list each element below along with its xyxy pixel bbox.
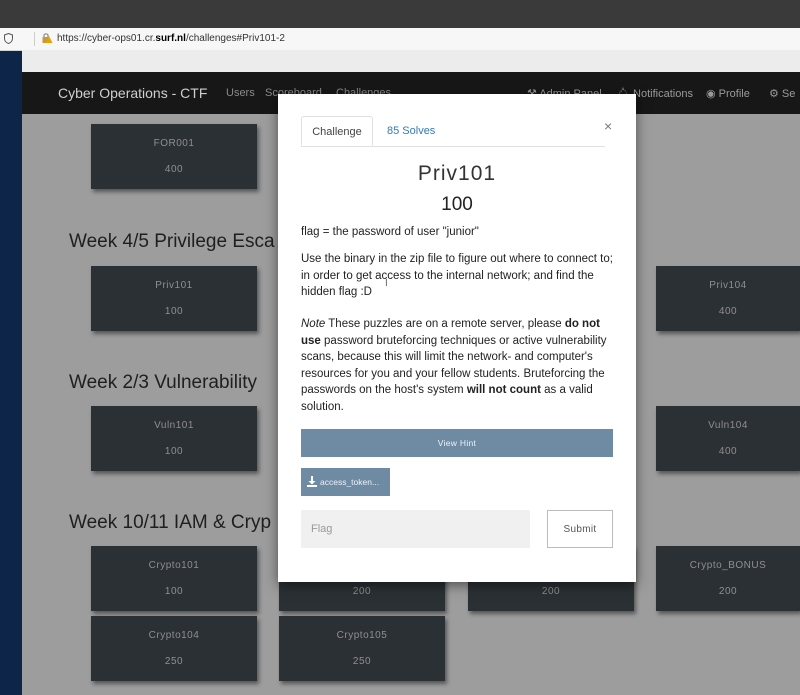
challenge-tile-for001[interactable]: FOR001 400 [91, 124, 257, 189]
challenge-tile-priv104[interactable]: Priv104 400 [656, 266, 800, 331]
url-bar-separator [34, 32, 35, 46]
tile-value: 400 [718, 446, 738, 457]
nav-profile[interactable]: ◉ Profile [706, 87, 750, 100]
shield-icon [4, 33, 13, 44]
settings-label: Se [781, 88, 796, 100]
tile-name: Vuln104 [708, 420, 748, 431]
note-label: Note [301, 318, 326, 330]
browser-tab-strip [0, 0, 800, 28]
challenge-tile-crypto104[interactable]: Crypto104 250 [91, 616, 257, 681]
tile-name: Crypto_BONUS [689, 560, 767, 571]
tile-name: Crypto101 [148, 560, 200, 571]
note-bold-2: will not count [466, 384, 541, 396]
lock-warning-icon [42, 33, 53, 43]
tile-name: Crypto104 [148, 630, 200, 641]
note-text-1: These puzzles are on a remote server, pl… [325, 318, 565, 330]
section-title-privilege: Week 4/5 Privilege Esca [69, 231, 275, 252]
gears-icon: ⚙ [769, 88, 782, 100]
section-title-vulnerability: Week 2/3 Vulnerability [69, 372, 257, 393]
nav-link-users[interactable]: Users [226, 87, 255, 99]
challenge-tile-crypto101[interactable]: Crypto101 100 [91, 546, 257, 611]
download-icon [307, 476, 317, 487]
download-file-label: access_token... [320, 477, 380, 487]
tab-solves[interactable]: 85 Solves [387, 116, 435, 146]
section-title-iam-crypto: Week 10/11 IAM & Cryp [69, 512, 272, 533]
modal-tabs: Challenge 85 Solves [301, 116, 605, 147]
tile-name: FOR001 [153, 138, 195, 149]
challenge-value: 100 [441, 194, 473, 215]
challenge-tile-crypto105[interactable]: Crypto105 250 [279, 616, 445, 681]
notifications-label: Notifications [633, 88, 693, 100]
tile-value: 200 [541, 586, 561, 597]
challenge-tile-vuln101[interactable]: Vuln101 100 [91, 406, 257, 471]
challenge-tile-priv101[interactable]: Priv101 100 [91, 266, 257, 331]
navbar-brand[interactable]: Cyber Operations - CTF [58, 85, 207, 101]
tile-value: 400 [164, 164, 184, 175]
tile-name: Priv104 [709, 280, 747, 291]
tile-value: 100 [164, 446, 184, 457]
challenge-instructions: Use the binary in the zip file to figure… [301, 253, 613, 298]
tile-name: Priv101 [155, 280, 193, 291]
tile-value: 250 [164, 656, 184, 667]
close-icon[interactable]: × [604, 118, 612, 134]
tab-challenge[interactable]: Challenge [301, 116, 373, 146]
challenge-flag-description: flag = the password of user "junior" [301, 226, 479, 238]
tile-name: Vuln101 [154, 420, 194, 431]
tile-value: 200 [352, 586, 372, 597]
challenge-tile-crypto-bonus[interactable]: Crypto_BONUS 200 [656, 546, 800, 611]
browser-url-bar[interactable]: https://cyber-ops01.cr.surf.nl/challenge… [0, 28, 800, 51]
submit-button[interactable]: Submit [547, 510, 613, 548]
challenge-modal: Challenge 85 Solves × Priv101 100 flag =… [278, 94, 636, 582]
url-text[interactable]: https://cyber-ops01.cr.surf.nl/challenge… [57, 33, 285, 44]
challenge-tile-vuln104[interactable]: Vuln104 400 [656, 406, 800, 471]
view-hint-button[interactable]: View Hint [301, 429, 613, 457]
url-path: /challenges#Priv101-2 [185, 33, 285, 44]
profile-label: Profile [718, 88, 750, 100]
url-prefix: https://cyber-ops01.cr. [57, 33, 156, 44]
screen: https://cyber-ops01.cr.surf.nl/challenge… [0, 0, 800, 695]
user-circle-icon: ◉ [706, 88, 719, 100]
tile-value: 100 [164, 586, 184, 597]
challenge-title: Priv101 [417, 162, 497, 185]
tile-value: 200 [718, 586, 738, 597]
tile-value: 400 [718, 306, 738, 317]
url-domain: surf.nl [155, 33, 186, 44]
browser-toolbar-strip [22, 50, 800, 72]
tile-value: 250 [352, 656, 372, 667]
tile-name: Crypto105 [336, 630, 388, 641]
nav-settings[interactable]: ⚙ Se [769, 87, 795, 100]
tile-value: 100 [164, 306, 184, 317]
text-cursor-icon: I [385, 278, 388, 289]
flag-input[interactable] [301, 510, 530, 548]
download-file-button[interactable]: access_token... [301, 468, 390, 496]
challenge-note: Note These puzzles are on a remote serve… [301, 316, 615, 415]
